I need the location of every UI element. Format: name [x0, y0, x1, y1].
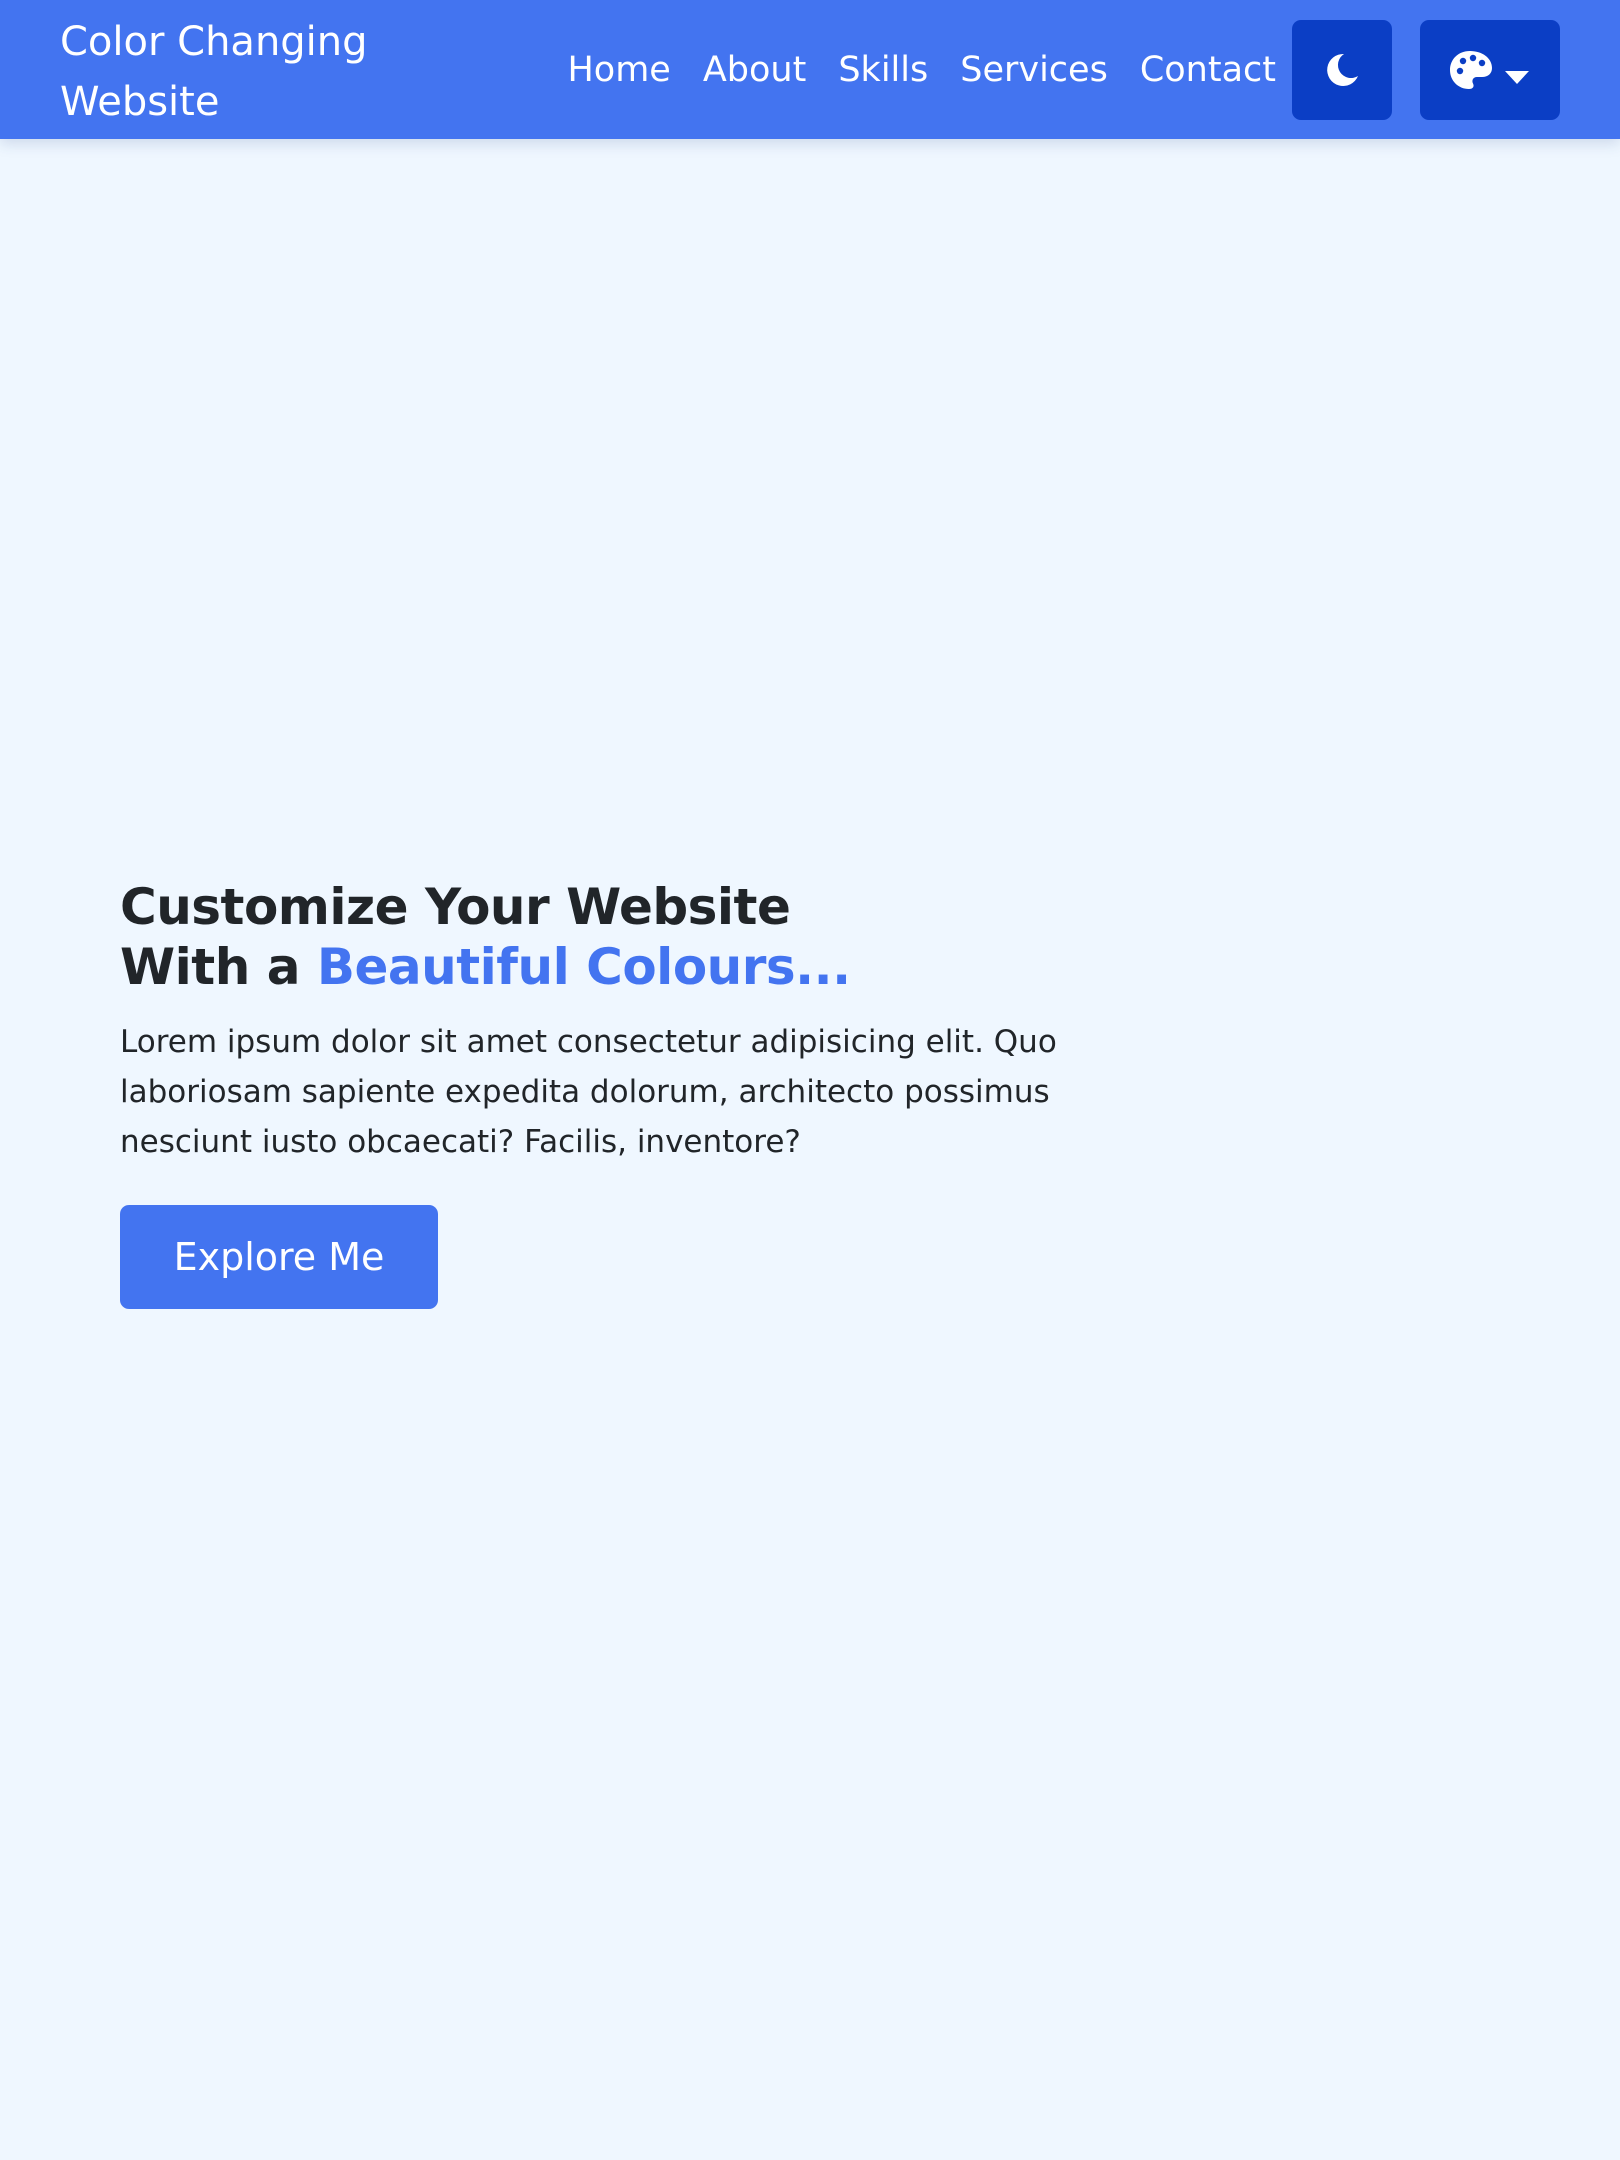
brand-logo[interactable]: Color Changing Website — [60, 12, 420, 132]
brand-line-1: Color Changing — [60, 19, 368, 65]
hero-title-line-1: Customize Your Website — [120, 878, 791, 936]
nav-links: Home About Skills Services Contact — [567, 0, 1276, 139]
navbar: Color Changing Website Home About Skills… — [0, 0, 1620, 139]
nav-link-services[interactable]: Services — [960, 50, 1108, 90]
hero-title: Customize Your Website With a Beautiful … — [120, 877, 1120, 997]
hero-description: Lorem ipsum dolor sit amet consectetur a… — [120, 1024, 1057, 1160]
nav-link-about[interactable]: About — [703, 50, 806, 90]
hero-title-prefix: With a — [120, 938, 317, 996]
nav-link-home[interactable]: Home — [567, 50, 670, 90]
color-palette-dropdown-button[interactable] — [1420, 20, 1560, 120]
explore-me-button[interactable]: Explore Me — [120, 1205, 438, 1309]
hero-section: Customize Your Website With a Beautiful … — [120, 877, 1120, 1167]
hero-title-accent: Beautiful Colours... — [316, 938, 851, 996]
nav-link-contact[interactable]: Contact — [1140, 50, 1276, 90]
dark-mode-toggle-button[interactable] — [1292, 20, 1392, 120]
palette-icon — [1450, 51, 1492, 89]
moon-icon — [1327, 53, 1358, 86]
nav-link-skills[interactable]: Skills — [838, 50, 928, 90]
caret-down-icon — [1505, 71, 1529, 84]
brand-line-2: Website — [60, 79, 220, 125]
